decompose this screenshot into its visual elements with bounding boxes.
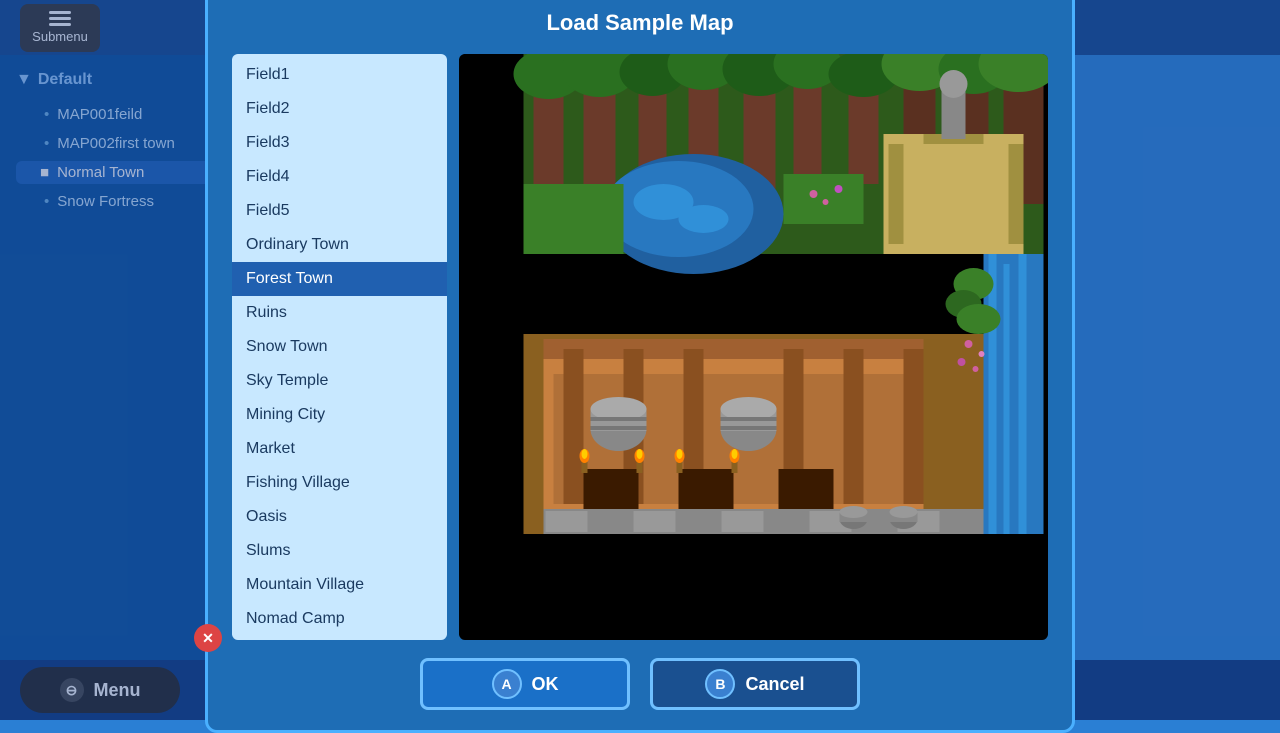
ok-button[interactable]: A OK	[420, 658, 630, 710]
cancel-label: Cancel	[745, 674, 804, 695]
modal-title: Load Sample Map	[232, 10, 1048, 36]
map-list-item-field4[interactable]: Field4	[232, 160, 447, 194]
ok-label: OK	[532, 674, 559, 695]
map-preview-panel	[459, 54, 1048, 640]
map-list-item-miningcity[interactable]: Mining City	[232, 398, 447, 432]
map-list-item-ruins[interactable]: Ruins	[232, 296, 447, 330]
modal-overlay: Load Sample Map Field1 Field2 Field3 Fie…	[0, 0, 1280, 720]
load-sample-map-modal: Load Sample Map Field1 Field2 Field3 Fie…	[205, 0, 1075, 733]
map-preview-svg	[459, 54, 1048, 534]
map-list-item-field3[interactable]: Field3	[232, 126, 447, 160]
close-icon[interactable]: ✕	[194, 624, 222, 652]
modal-footer: ✕ A OK B Cancel	[232, 658, 1048, 710]
cancel-badge: B	[705, 669, 735, 699]
map-list-item-field5[interactable]: Field5	[232, 194, 447, 228]
map-list-item-market[interactable]: Market	[232, 432, 447, 466]
map-list-item-oasis[interactable]: Oasis	[232, 500, 447, 534]
map-list-item-mountainvillage[interactable]: Mountain Village	[232, 568, 447, 602]
map-list[interactable]: Field1 Field2 Field3 Field4 Field5 Ordin…	[232, 54, 447, 640]
map-list-item-nomadcamp[interactable]: Nomad Camp	[232, 602, 447, 636]
map-list-item-snowtown[interactable]: Snow Town	[232, 330, 447, 364]
ok-badge: A	[492, 669, 522, 699]
map-list-item-skytemple[interactable]: Sky Temple	[232, 364, 447, 398]
map-list-item-fishingvillage[interactable]: Fishing Village	[232, 466, 447, 500]
map-list-item-foresttown[interactable]: Forest Town	[232, 262, 447, 296]
map-list-item-field1[interactable]: Field1	[232, 58, 447, 92]
map-list-item-slums[interactable]: Slums	[232, 534, 447, 568]
map-list-item-ordinarytown[interactable]: Ordinary Town	[232, 228, 447, 262]
cancel-button[interactable]: B Cancel	[650, 658, 860, 710]
map-list-panel: Field1 Field2 Field3 Field4 Field5 Ordin…	[232, 54, 447, 640]
modal-body: Field1 Field2 Field3 Field4 Field5 Ordin…	[232, 54, 1048, 640]
map-list-item-field2[interactable]: Field2	[232, 92, 447, 126]
